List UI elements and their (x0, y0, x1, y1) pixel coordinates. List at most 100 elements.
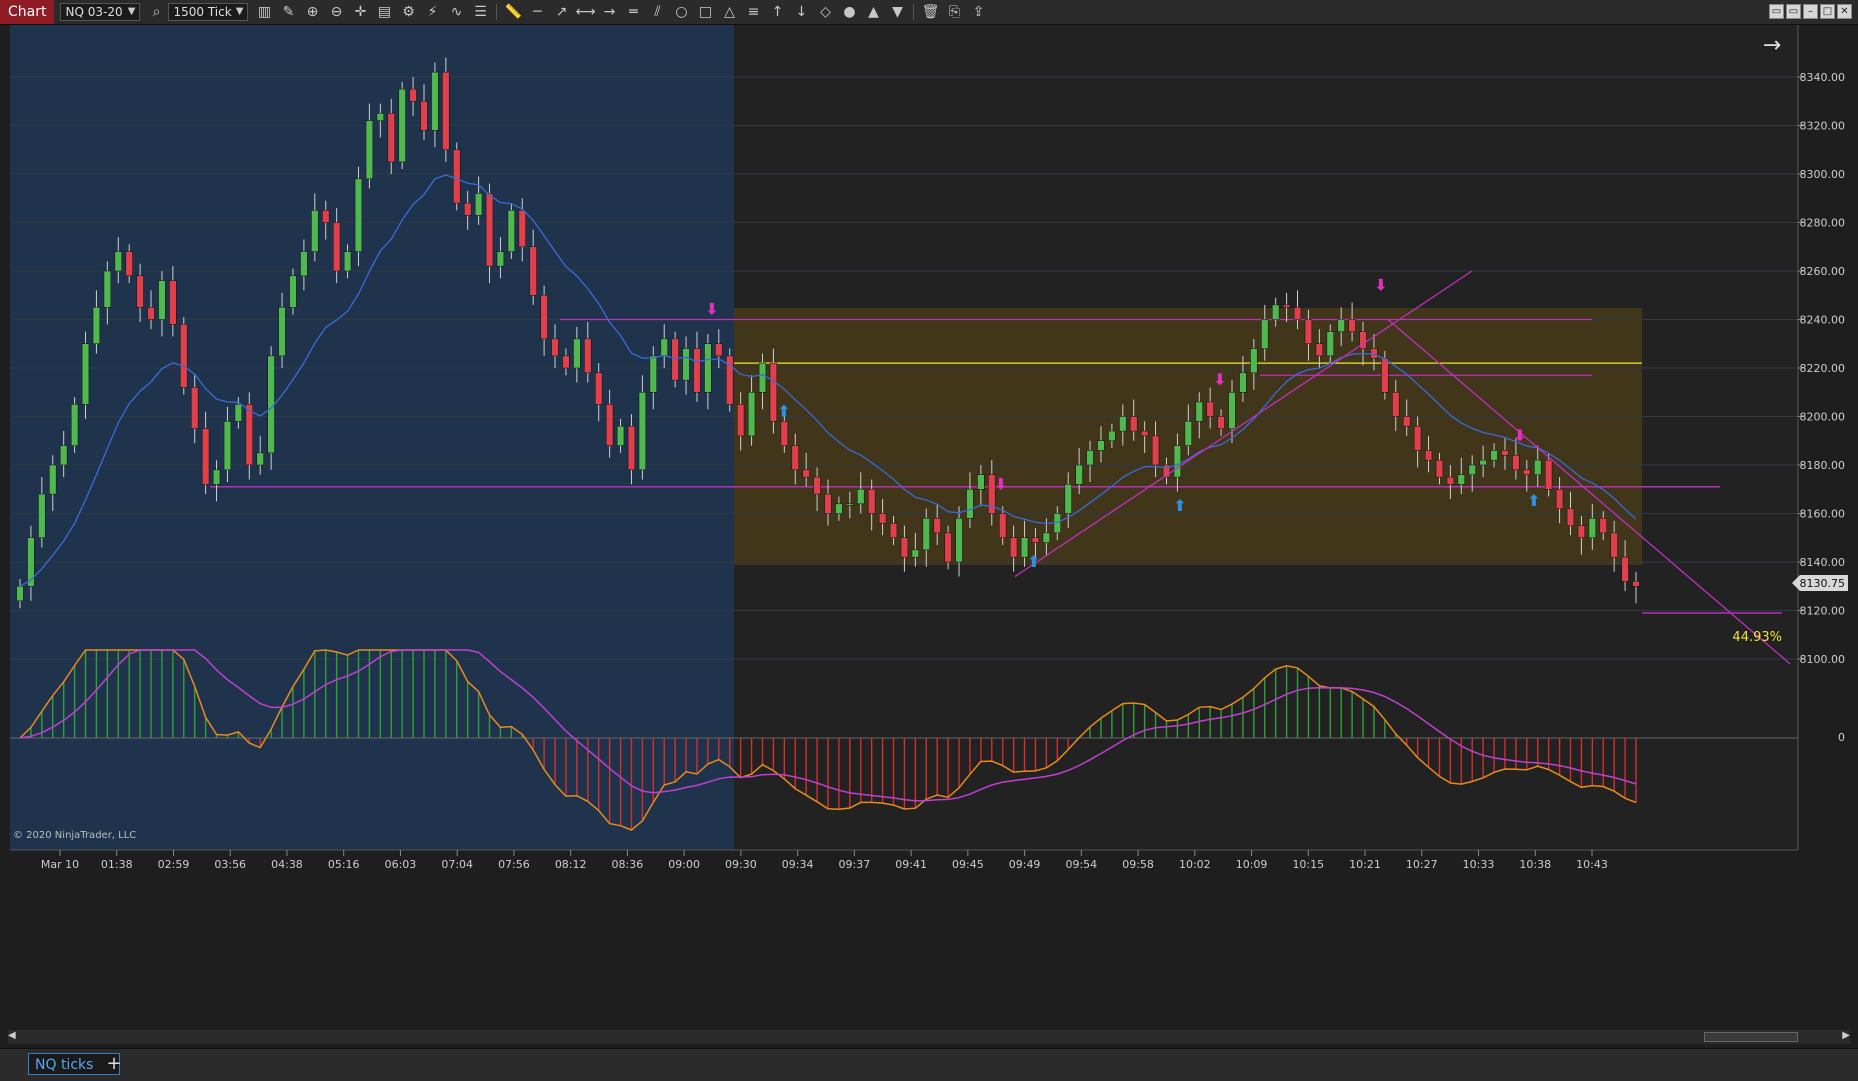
scrollbar-thumb[interactable] (1704, 1032, 1798, 1042)
time-label: 09:34 (782, 858, 814, 871)
oscillator-zero-label: 0 (1838, 731, 1845, 744)
instrument-selector[interactable]: NQ 03-20 ▼ (60, 3, 141, 21)
price-label: 8160.00 (1800, 508, 1846, 521)
close-icon[interactable]: ✕ (1837, 4, 1852, 19)
horizontal-line-icon[interactable]: ═ (621, 0, 645, 24)
ruler-icon[interactable]: 📏 (501, 0, 525, 24)
time-label: 10:27 (1406, 858, 1438, 871)
share-icon[interactable]: ⇪ (966, 0, 990, 24)
candle-up (704, 343, 712, 393)
arrow-down-icon[interactable]: ↓ (789, 0, 813, 24)
fibonacci-icon[interactable]: ≡ (741, 0, 765, 24)
maximize-icon[interactable]: □ (1820, 4, 1835, 19)
candle-down (900, 537, 909, 558)
pencil-icon[interactable]: ✎ (276, 0, 300, 24)
data-box-icon[interactable]: ▤ (372, 0, 396, 24)
candle-down (409, 88, 417, 102)
extended-line-icon[interactable]: ⟷ (573, 0, 597, 24)
add-tab-icon[interactable]: + (104, 1053, 124, 1075)
candle-down (1424, 450, 1433, 461)
search-icon[interactable]: ⌕ (144, 0, 168, 24)
candle-up (1490, 450, 1498, 461)
time-label: 10:21 (1349, 858, 1381, 871)
candle-down (136, 275, 144, 308)
candle-down (595, 372, 603, 405)
candle-down (1446, 476, 1455, 485)
horizontal-scrollbar[interactable]: ◀ ▶ (8, 1030, 1850, 1044)
copy-icon[interactable]: ⎘ (942, 0, 966, 24)
candle-down (1610, 532, 1618, 558)
time-label: 09:54 (1065, 858, 1097, 871)
zoom-out-icon[interactable]: ⊖ (324, 0, 348, 24)
candle-down (715, 343, 723, 357)
ellipse-icon[interactable]: ○ (669, 0, 693, 24)
dot-icon[interactable]: ● (837, 0, 861, 24)
candle-down (1577, 525, 1586, 538)
interval-value: 1500 Tick (173, 5, 232, 19)
candle-up (49, 464, 57, 495)
arrow-line-icon[interactable]: → (597, 0, 621, 24)
candle-down (1512, 455, 1520, 471)
bar-type-icon[interactable]: ▥ (252, 0, 276, 24)
price-label: 8340.00 (1800, 71, 1846, 84)
scroll-right-icon[interactable]: ▶ (1842, 1030, 1850, 1041)
triangle-up-icon[interactable]: ▲ (861, 0, 885, 24)
interval-selector[interactable]: 1500 Tick ▼ (168, 3, 249, 21)
trash-icon[interactable]: 🗑 (918, 0, 942, 24)
zoom-in-icon[interactable]: ⊕ (300, 0, 324, 24)
candle-up (573, 338, 581, 369)
ray-icon[interactable]: ↗ (549, 0, 573, 24)
triangle-icon[interactable]: △ (717, 0, 741, 24)
rectangle-icon[interactable]: □ (693, 0, 717, 24)
candle-down (693, 348, 701, 393)
candle-up (1075, 464, 1083, 485)
time-label: 05:16 (328, 858, 360, 871)
candle-down (387, 113, 395, 163)
chevron-down-icon: ▼ (127, 6, 136, 17)
tile-icon[interactable]: ▭ (1769, 4, 1784, 19)
candle-up (1119, 416, 1127, 432)
candle-up (758, 362, 767, 393)
candle-down (1599, 518, 1607, 534)
time-label: 06:03 (385, 858, 417, 871)
arrow-down-signal-icon: ⬇ (994, 474, 1007, 493)
candle-up (343, 251, 352, 272)
candle-down (180, 324, 188, 388)
minimize-icon[interactable]: – (1803, 4, 1818, 19)
parallel-lines-icon[interactable]: ⫽ (645, 0, 669, 24)
candle-up (857, 489, 865, 505)
copyright-label: © 2020 NinjaTrader, LLC (13, 830, 136, 841)
templates-icon[interactable]: ☰ (468, 0, 492, 24)
price-chart[interactable]: ⬆ ⬆ ⬆ ⬆ ⬇ ⬇ ⬇ ⬇ ⬇ 8340.00 8320.00 8300.00 8280.00 82… (0, 25, 1858, 1035)
candle-down (464, 202, 472, 216)
candle-up (1479, 459, 1487, 466)
diamond-icon[interactable]: ◇ (813, 0, 837, 24)
strategies-icon[interactable]: ⚡ (420, 0, 444, 24)
restore-icon[interactable]: ▭ (1786, 4, 1801, 19)
line-icon[interactable]: ─ (525, 0, 549, 24)
chart-panel[interactable]: ⬆ ⬆ ⬆ ⬆ ⬇ ⬇ ⬇ ⬇ ⬇ 8340.00 8320.00 8300.00 8280.00 82… (0, 25, 1858, 1035)
time-label: 09:37 (839, 858, 871, 871)
instrument-value: NQ 03-20 (65, 5, 123, 19)
candle-down (529, 246, 537, 296)
time-label: 08:12 (555, 858, 587, 871)
candle-up (616, 425, 625, 446)
crosshair-icon[interactable]: ✛ (348, 0, 372, 24)
scroll-left-icon[interactable]: ◀ (8, 1030, 16, 1041)
price-label: 8300.00 (1800, 168, 1846, 181)
properties-icon[interactable]: ⚙ (396, 0, 420, 24)
candle-up (70, 404, 79, 446)
price-label: 8140.00 (1800, 556, 1846, 569)
time-label: 03:56 (214, 858, 246, 871)
time-label: 10:09 (1236, 858, 1268, 871)
candle-up (977, 474, 985, 490)
chart-tab-bar: NQ ticks + (0, 1048, 1858, 1081)
triangle-down-icon[interactable]: ▼ (885, 0, 909, 24)
indicators-icon[interactable]: ∿ (444, 0, 468, 24)
candle-down (1282, 304, 1291, 308)
arrow-right-icon[interactable]: → (1763, 33, 1781, 58)
time-label: 10:33 (1463, 858, 1495, 871)
candle-down (1009, 537, 1018, 558)
arrow-up-icon[interactable]: ↑ (765, 0, 789, 24)
chart-tab[interactable]: Chart (0, 0, 55, 24)
